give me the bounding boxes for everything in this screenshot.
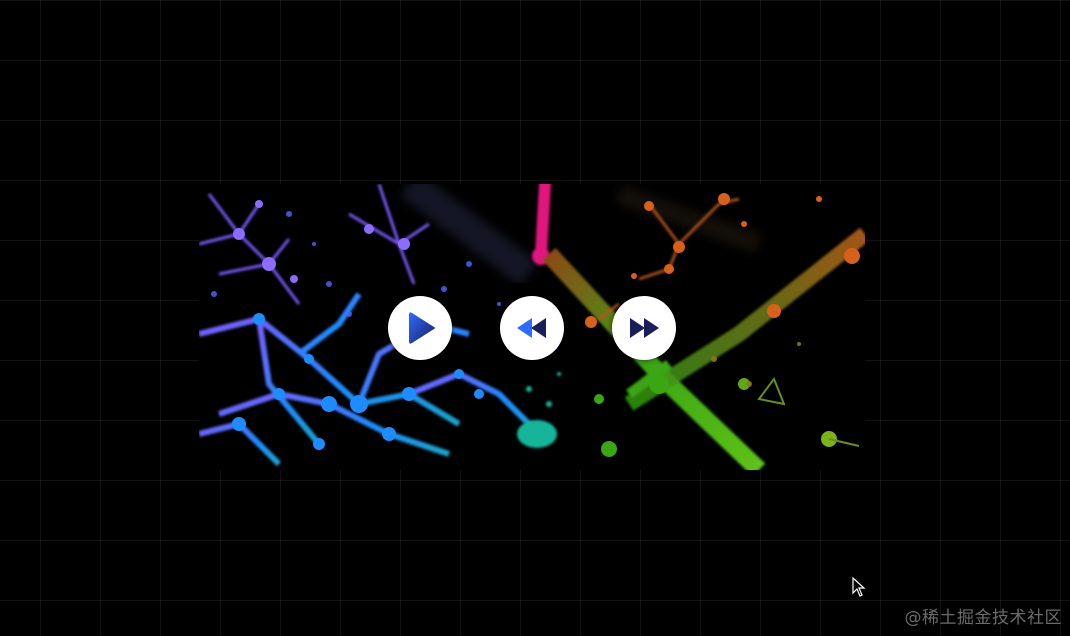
playback-controls bbox=[199, 184, 865, 470]
mouse-cursor-icon bbox=[852, 577, 866, 597]
video-player[interactable] bbox=[199, 184, 865, 470]
page-background: @稀土掘金技术社区 bbox=[0, 0, 1070, 636]
play-button[interactable] bbox=[388, 296, 452, 360]
rewind-icon bbox=[517, 318, 546, 338]
fast-forward-button[interactable] bbox=[612, 296, 676, 360]
fast-forward-icon bbox=[630, 318, 659, 338]
play-icon bbox=[409, 312, 435, 344]
rewind-button[interactable] bbox=[500, 296, 564, 360]
watermark-text: @稀土掘金技术社区 bbox=[904, 608, 1062, 628]
